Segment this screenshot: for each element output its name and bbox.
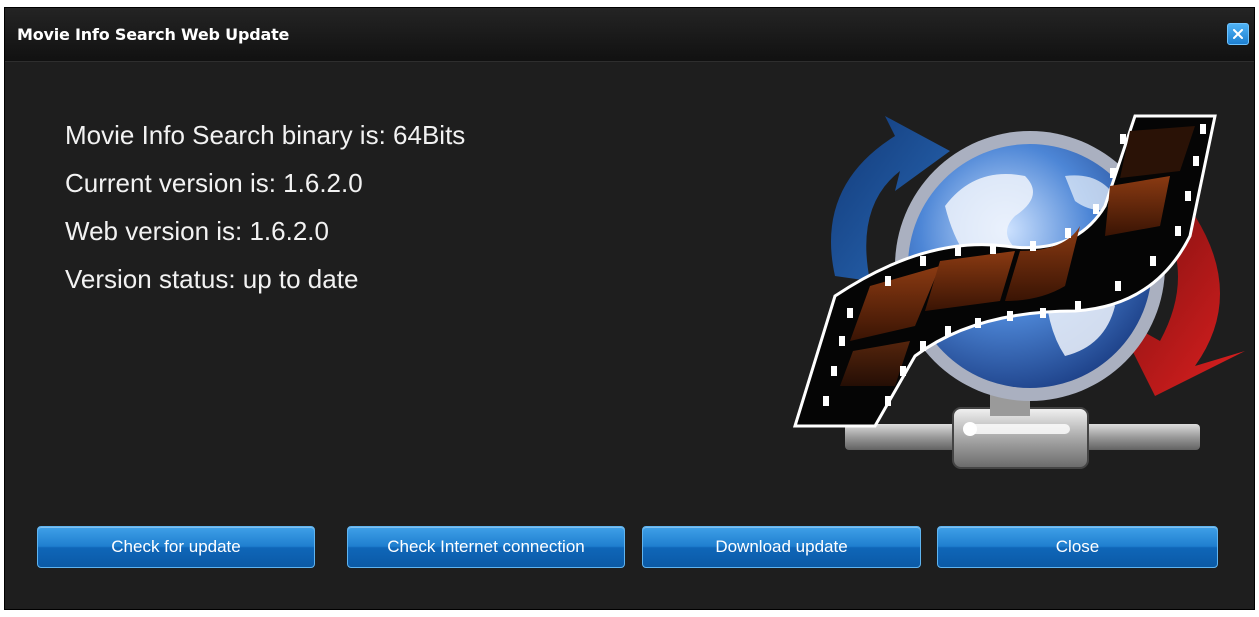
download-update-button[interactable]: Download update — [642, 526, 921, 568]
globe-film-network-icon — [775, 96, 1254, 486]
binary-info-text: Movie Info Search binary is: 64Bits — [65, 120, 466, 150]
close-icon[interactable] — [1227, 23, 1249, 45]
check-for-update-button[interactable]: Check for update — [37, 526, 315, 568]
version-status-text: Version status: up to date — [65, 264, 359, 294]
close-button[interactable]: Close — [937, 526, 1218, 568]
web-version-text: Web version is: 1.6.2.0 — [65, 216, 329, 246]
title-bar[interactable]: Movie Info Search Web Update — [5, 8, 1254, 62]
update-dialog: Movie Info Search Web Update Movie Info … — [4, 7, 1255, 610]
version-info: Movie Info Search binary is: 64Bits Curr… — [65, 111, 465, 303]
window-title: Movie Info Search Web Update — [17, 25, 290, 44]
current-version-text: Current version is: 1.6.2.0 — [65, 168, 363, 198]
check-internet-connection-button[interactable]: Check Internet connection — [347, 526, 625, 568]
